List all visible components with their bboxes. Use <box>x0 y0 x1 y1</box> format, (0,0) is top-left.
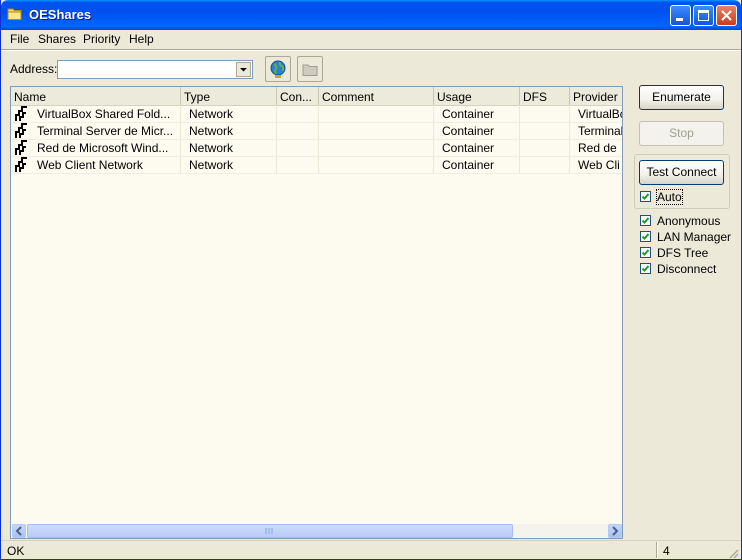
checkbox-box[interactable] <box>640 231 651 242</box>
cell-type: Network <box>189 141 234 155</box>
column-header-provider[interactable]: Provider <box>570 87 622 105</box>
menu-bar: File Shares Priority Help <box>1 30 741 48</box>
lan-manager-label: LAN Manager <box>657 230 732 244</box>
folder-up-icon <box>302 64 318 76</box>
horizontal-scrollbar[interactable] <box>12 524 622 538</box>
dfs-tree-label: DFS Tree <box>657 246 709 260</box>
table-row[interactable]: Red de Microsoft Wind... Network Contain… <box>11 139 622 157</box>
check-icon <box>641 249 650 256</box>
check-icon <box>641 217 650 224</box>
table-row[interactable]: Web Client Network Network Container Web… <box>11 156 622 174</box>
scroll-right-icon <box>612 526 619 536</box>
disconnect-label: Disconnect <box>657 262 717 276</box>
maximize-icon <box>698 10 709 21</box>
cell-type: Network <box>189 158 234 172</box>
window-title: OEShares <box>29 7 92 22</box>
enumerate-button[interactable]: Enumerate <box>639 85 724 110</box>
menu-divider <box>1 49 741 51</box>
column-header-con[interactable]: Con... <box>277 87 319 105</box>
address-label: Address: <box>10 62 58 76</box>
status-count: 4 <box>663 544 670 558</box>
check-icon <box>641 193 650 200</box>
column-header-usage[interactable]: Usage <box>434 87 520 105</box>
status-text: OK <box>7 544 25 558</box>
grip-icon <box>265 528 273 534</box>
title-bar[interactable]: OEShares <box>1 0 741 30</box>
stop-button[interactable]: Stop <box>639 121 724 146</box>
minimize-button[interactable] <box>670 5 691 26</box>
cell-usage: Container <box>442 141 495 155</box>
column-header-comment[interactable]: Comment <box>319 87 434 105</box>
cell-provider: Web Cli <box>578 158 620 172</box>
column-header-name[interactable]: Name <box>11 87 181 105</box>
table-row[interactable]: VirtualBox Shared Fold... Network Contai… <box>11 105 622 123</box>
address-input[interactable] <box>60 62 232 77</box>
scroll-left-icon <box>15 526 22 536</box>
cell-name: Terminal Server de Micr... <box>37 124 174 138</box>
column-header-type[interactable]: Type <box>181 87 277 105</box>
scroll-right-button[interactable] <box>608 524 622 538</box>
cell-type: Network <box>189 107 234 121</box>
folder-button[interactable] <box>297 56 323 82</box>
menu-priority[interactable]: Priority <box>83 32 120 46</box>
checkbox-box[interactable] <box>640 191 651 202</box>
check-icon <box>641 233 650 240</box>
menu-shares[interactable]: Shares <box>38 32 76 46</box>
anonymous-label: Anonymous <box>657 214 721 228</box>
address-combobox[interactable] <box>57 60 253 79</box>
shares-list[interactable]: Name Type Con... Comment Usage DFS Provi… <box>10 86 623 539</box>
go-button[interactable] <box>265 56 291 82</box>
list-header: Name Type Con... Comment Usage DFS Provi… <box>11 87 622 106</box>
column-header-dfs[interactable]: DFS <box>520 87 570 105</box>
minimize-icon <box>676 18 683 21</box>
folder-icon <box>7 7 23 21</box>
maximize-button[interactable] <box>693 5 714 26</box>
cell-usage: Container <box>442 124 495 138</box>
globe-icon <box>270 60 286 78</box>
auto-label: Auto <box>656 189 683 205</box>
cell-provider: VirtualBo <box>578 107 622 121</box>
status-divider <box>656 542 658 558</box>
checkbox-box[interactable] <box>640 215 651 226</box>
cell-provider: Red de <box>578 141 617 155</box>
network-share-icon <box>14 157 32 176</box>
scroll-thumb[interactable] <box>27 524 513 538</box>
check-icon <box>641 265 650 272</box>
scroll-left-button[interactable] <box>12 524 26 538</box>
menu-help[interactable]: Help <box>129 32 154 46</box>
address-dropdown-button[interactable] <box>236 62 251 77</box>
resize-grip-icon[interactable] <box>727 547 739 559</box>
test-connect-button[interactable]: Test Connect <box>639 160 724 185</box>
close-button[interactable] <box>716 5 737 26</box>
cell-provider: Terminal <box>578 124 622 138</box>
menu-file[interactable]: File <box>10 32 29 46</box>
cell-type: Network <box>189 124 234 138</box>
cell-name: VirtualBox Shared Fold... <box>37 107 171 121</box>
chevron-down-icon <box>240 68 247 72</box>
cell-usage: Container <box>442 107 495 121</box>
close-icon <box>721 10 732 21</box>
checkbox-box[interactable] <box>640 247 651 258</box>
status-bar: OK 4 <box>1 540 741 560</box>
cell-name: Web Client Network <box>37 158 143 172</box>
cell-name: Red de Microsoft Wind... <box>37 141 169 155</box>
app-window: OEShares File Shares Priority Help Addre… <box>0 0 742 560</box>
table-row[interactable]: Terminal Server de Micr... Network Conta… <box>11 122 622 140</box>
cell-usage: Container <box>442 158 495 172</box>
checkbox-box[interactable] <box>640 263 651 274</box>
